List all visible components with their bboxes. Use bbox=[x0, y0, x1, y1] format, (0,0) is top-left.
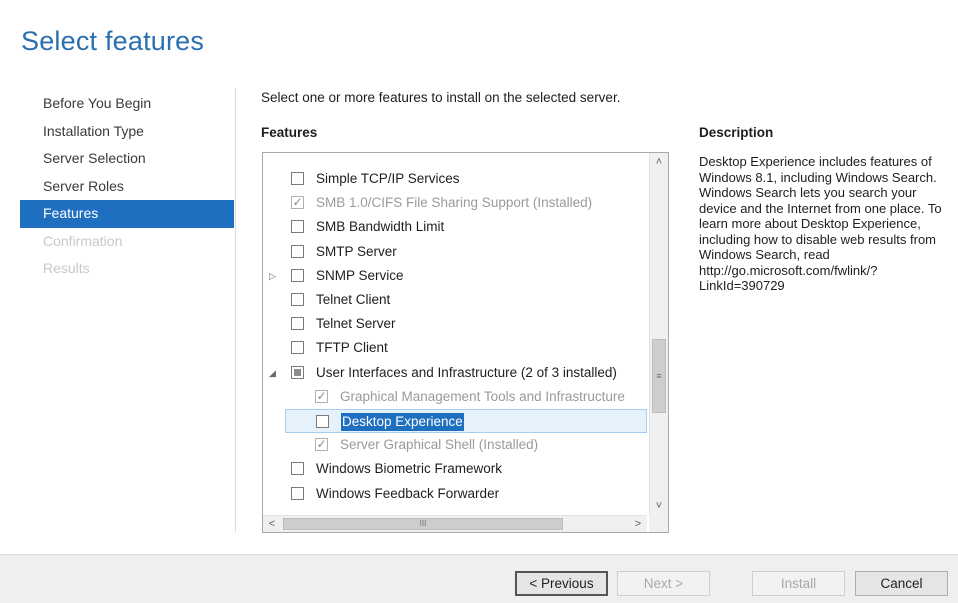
wizard-nav: Before You Begin Installation Type Serve… bbox=[20, 90, 234, 283]
feature-label: Windows Feedback Forwarder bbox=[316, 485, 500, 501]
feature-label: TFTP Client bbox=[316, 340, 388, 356]
next-button: Next > bbox=[617, 571, 710, 596]
feature-row[interactable]: Simple TCP/IP Services bbox=[263, 167, 647, 191]
feature-label: SMTP Server bbox=[316, 243, 397, 259]
cancel-button[interactable]: Cancel bbox=[855, 571, 948, 596]
feature-row[interactable]: Telnet Server bbox=[263, 312, 647, 336]
feature-row[interactable]: ✓ SMB 1.0/CIFS File Sharing Support (Inst… bbox=[263, 191, 647, 215]
feature-label: Telnet Server bbox=[316, 316, 396, 332]
collapse-arrow-icon[interactable]: ◢ bbox=[269, 361, 276, 385]
feature-row[interactable]: Windows Biometric Framework bbox=[263, 457, 647, 481]
scroll-down-icon[interactable]: ˅ bbox=[650, 497, 668, 515]
checkbox[interactable] bbox=[291, 244, 304, 258]
feature-row[interactable]: SMTP Server bbox=[263, 240, 647, 264]
scroll-up-icon[interactable]: ˄ bbox=[650, 153, 668, 171]
feature-row[interactable]: ▷ SNMP Service bbox=[263, 264, 647, 288]
feature-row[interactable]: SMB Bandwidth Limit bbox=[263, 215, 647, 239]
install-button: Install bbox=[752, 571, 845, 596]
feature-row[interactable]: ◢ User Interfaces and Infrastructure (2 o… bbox=[263, 361, 647, 385]
feature-label: Desktop Experience bbox=[341, 413, 464, 431]
feature-row[interactable]: ✓ Server Graphical Shell (Installed) bbox=[263, 433, 647, 457]
feature-row[interactable]: Telnet Client bbox=[263, 288, 647, 312]
features-rows: Simple TCP/IP Services ✓ SMB 1.0/CIFS File… bbox=[263, 153, 647, 515]
partial-checkbox[interactable] bbox=[291, 365, 304, 379]
feature-label: SNMP Service bbox=[316, 267, 404, 283]
checkbox[interactable] bbox=[291, 462, 304, 476]
intro-text: Select one or more features to install o… bbox=[261, 90, 621, 105]
checked-checkbox: ✓ bbox=[315, 388, 328, 403]
feature-label: SMB 1.0/CIFS File Sharing Support (Insta… bbox=[316, 195, 593, 211]
feature-label: Server Graphical Shell (Installed) bbox=[340, 437, 539, 453]
feature-label: Windows Biometric Framework bbox=[316, 461, 503, 477]
page-title: Select features bbox=[21, 26, 205, 56]
nav-before-you-begin[interactable]: Before You Begin bbox=[20, 90, 234, 118]
horizontal-scrollbar[interactable]: < III > bbox=[263, 515, 647, 532]
nav-server-selection[interactable]: Server Selection bbox=[20, 145, 234, 173]
feature-row-selected[interactable]: Desktop Experience bbox=[285, 409, 647, 433]
checked-checkbox: ✓ bbox=[291, 195, 304, 210]
vertical-scroll-thumb[interactable]: ≡ bbox=[652, 339, 666, 413]
expand-arrow-icon[interactable]: ▷ bbox=[269, 264, 276, 288]
nav-results: Results bbox=[43, 260, 90, 276]
checkbox[interactable] bbox=[291, 293, 304, 306]
checkbox[interactable] bbox=[291, 341, 304, 355]
checkbox[interactable] bbox=[316, 415, 329, 428]
feature-label: Simple TCP/IP Services bbox=[316, 171, 460, 186]
nav-installation-type[interactable]: Installation Type bbox=[20, 118, 234, 146]
feature-label: User Interfaces and Infrastructure (2 of… bbox=[316, 364, 617, 380]
vertical-scrollbar[interactable]: ˄ ≡ ˅ bbox=[649, 153, 668, 515]
feature-label: Telnet Client bbox=[316, 292, 391, 307]
nav-server-roles[interactable]: Server Roles bbox=[20, 173, 234, 201]
feature-row[interactable]: TFTP Client bbox=[263, 336, 647, 360]
checkbox[interactable] bbox=[291, 172, 304, 185]
horizontal-scroll-thumb[interactable]: III bbox=[283, 518, 563, 530]
nav-features[interactable]: Features bbox=[20, 200, 234, 228]
checkbox[interactable] bbox=[291, 220, 304, 234]
checkbox[interactable] bbox=[291, 268, 304, 282]
description-text: Desktop Experience includes features of … bbox=[699, 154, 942, 293]
checked-checkbox: ✓ bbox=[315, 437, 328, 452]
checkbox[interactable] bbox=[291, 317, 304, 331]
previous-button[interactable]: < Previous bbox=[515, 571, 608, 596]
feature-row[interactable]: Windows Feedback Forwarder bbox=[263, 482, 647, 506]
scroll-left-icon[interactable]: < bbox=[263, 516, 281, 532]
description-heading: Description bbox=[699, 125, 774, 140]
nav-separator bbox=[235, 88, 236, 532]
footer-bar: < Previous Next > Install Cancel bbox=[0, 554, 958, 603]
features-list[interactable]: Simple TCP/IP Services ✓ SMB 1.0/CIFS File… bbox=[262, 152, 669, 533]
feature-label: SMB Bandwidth Limit bbox=[316, 219, 445, 235]
scrollbar-corner bbox=[649, 515, 668, 532]
checkbox[interactable] bbox=[291, 486, 304, 500]
feature-row[interactable]: ✓ Graphical Management Tools and Infrastr… bbox=[263, 385, 647, 409]
scroll-right-icon[interactable]: > bbox=[629, 516, 647, 532]
nav-confirmation: Confirmation bbox=[43, 232, 123, 249]
features-heading: Features bbox=[261, 125, 318, 140]
feature-label: Graphical Management Tools and Infrastru… bbox=[340, 388, 625, 404]
